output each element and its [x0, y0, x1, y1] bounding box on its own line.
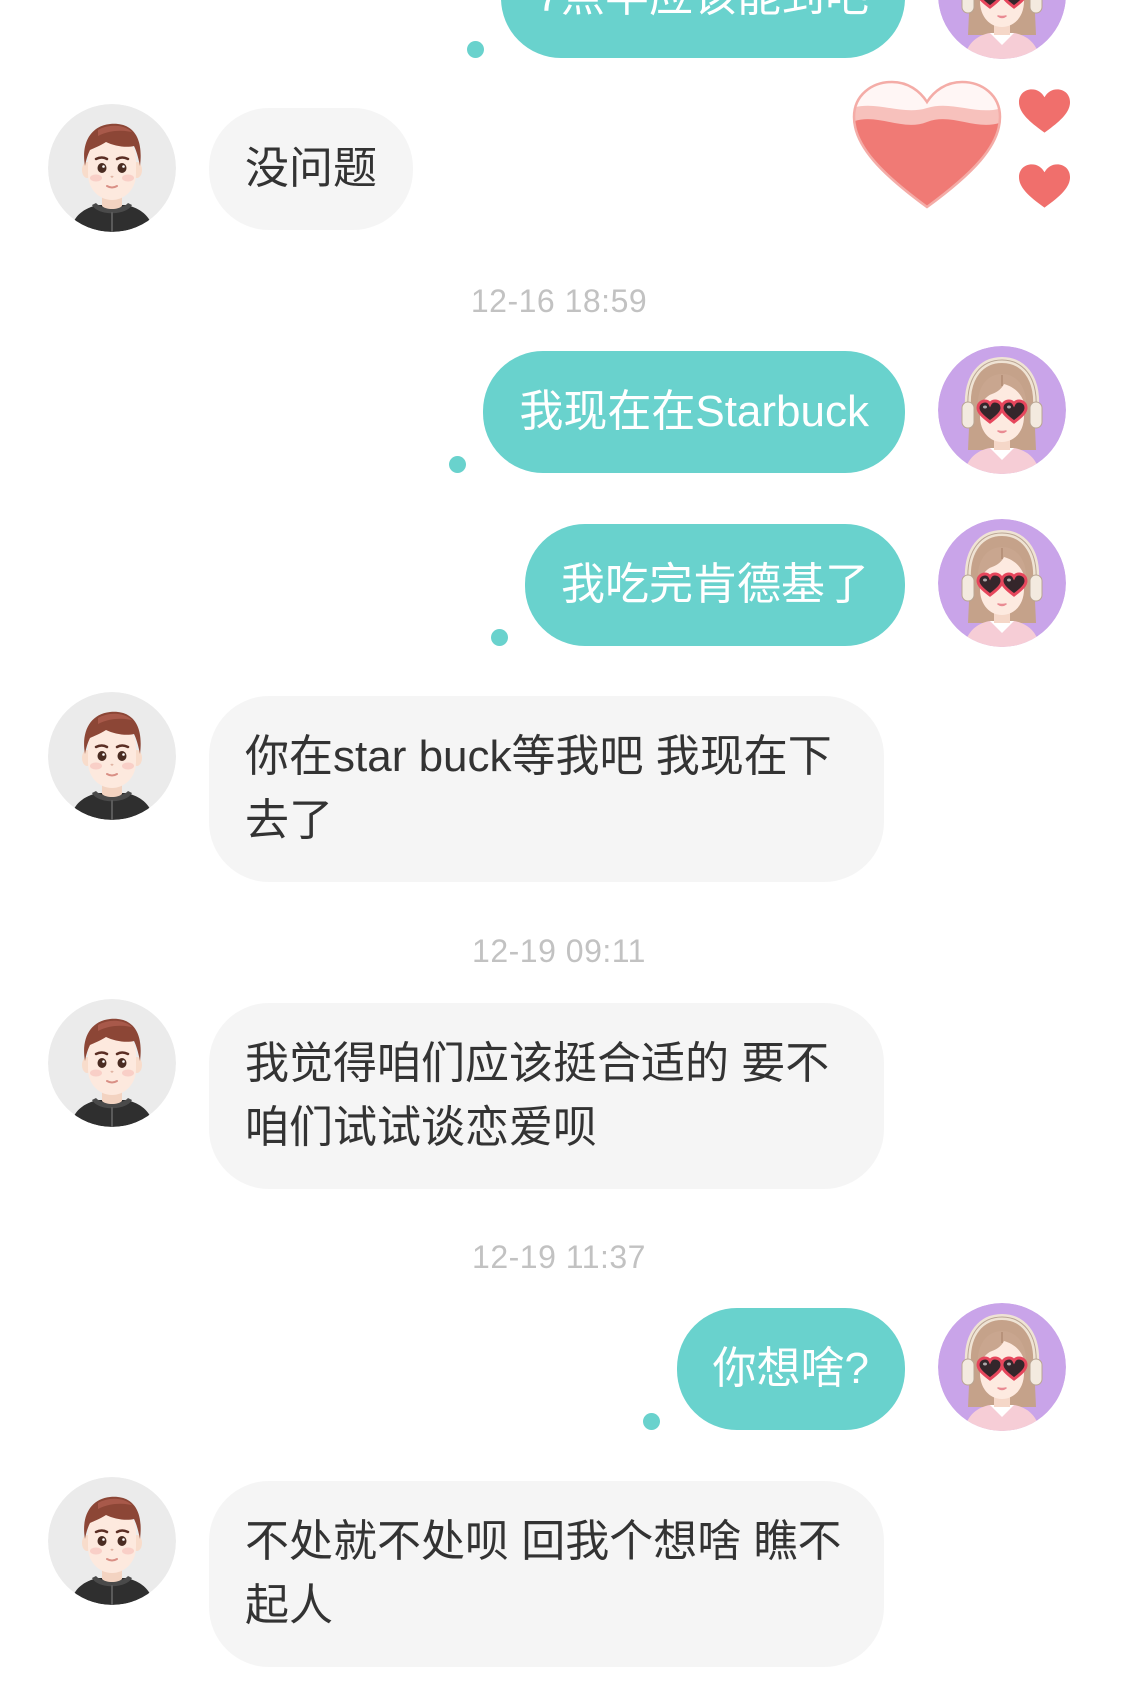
message-text: 不处就不处呗 回我个想啥 瞧不起人	[245, 1517, 842, 1630]
message-row: 我现在在Starbuck	[0, 351, 1125, 473]
small-heart-icon	[1018, 89, 1071, 133]
girl-avatar-icon[interactable]	[938, 519, 1066, 647]
big-heart-icon	[852, 80, 1002, 209]
boy-avatar-icon[interactable]	[48, 999, 176, 1127]
message-row: 7点半应该能到吧	[0, 0, 1125, 58]
boy-avatar-icon[interactable]	[48, 1477, 176, 1605]
hearts-icon	[852, 80, 1072, 210]
received-message-bubble[interactable]: 不处就不处呗 回我个想啥 瞧不起人	[209, 1481, 884, 1667]
message-row: 我吃完肯德基了	[0, 524, 1125, 646]
message-text: 你在star buck等我吧 我现在下去了	[245, 732, 832, 845]
small-heart-icon	[1018, 164, 1071, 208]
sent-status-dot-icon	[449, 456, 467, 473]
message-text: 我觉得咱们应该挺合适的 要不咱们试试谈恋爱呗	[245, 1039, 830, 1152]
message-text: 你想啥?	[712, 1344, 869, 1393]
sent-status-dot-icon	[491, 629, 508, 646]
received-message-bubble[interactable]: 没问题	[209, 108, 413, 230]
message-text: 我现在在Starbuck	[519, 387, 869, 436]
sent-message-bubble[interactable]: 7点半应该能到吧	[466, 0, 905, 58]
received-message-bubble[interactable]: 我觉得咱们应该挺合适的 要不咱们试试谈恋爱呗	[209, 1003, 884, 1189]
sent-status-dot-icon	[466, 41, 484, 58]
message-row: 不处就不处呗 回我个想啥 瞧不起人	[0, 1481, 1125, 1667]
girl-avatar-icon[interactable]	[938, 0, 1066, 59]
sent-status-dot-icon	[642, 1413, 660, 1430]
boy-avatar-icon[interactable]	[48, 692, 176, 820]
message-row: 你在star buck等我吧 我现在下去了	[0, 696, 1125, 882]
message-row: 我觉得咱们应该挺合适的 要不咱们试试谈恋爱呗	[0, 1003, 1125, 1189]
chat-screen: 7点半应该能到吧 没问题	[0, 0, 1125, 1696]
timestamp: 12-19 09:11	[472, 933, 646, 969]
sent-message-bubble[interactable]: 你想啥?	[642, 1308, 905, 1430]
message-text: 7点半应该能到吧	[537, 0, 869, 21]
message-text: 我吃完肯德基了	[561, 560, 869, 609]
sent-message-bubble[interactable]: 我吃完肯德基了	[491, 524, 905, 646]
message-row: 你想啥?	[0, 1308, 1125, 1430]
timestamp: 12-19 11:37	[472, 1239, 646, 1275]
girl-avatar-icon[interactable]	[938, 1303, 1066, 1431]
message-text: 没问题	[245, 144, 377, 193]
girl-avatar-icon[interactable]	[938, 346, 1066, 474]
received-message-bubble[interactable]: 你在star buck等我吧 我现在下去了	[209, 696, 884, 882]
sent-message-bubble[interactable]: 我现在在Starbuck	[449, 351, 905, 473]
timestamp: 12-16 18:59	[470, 283, 648, 319]
boy-avatar-icon[interactable]	[48, 104, 176, 232]
